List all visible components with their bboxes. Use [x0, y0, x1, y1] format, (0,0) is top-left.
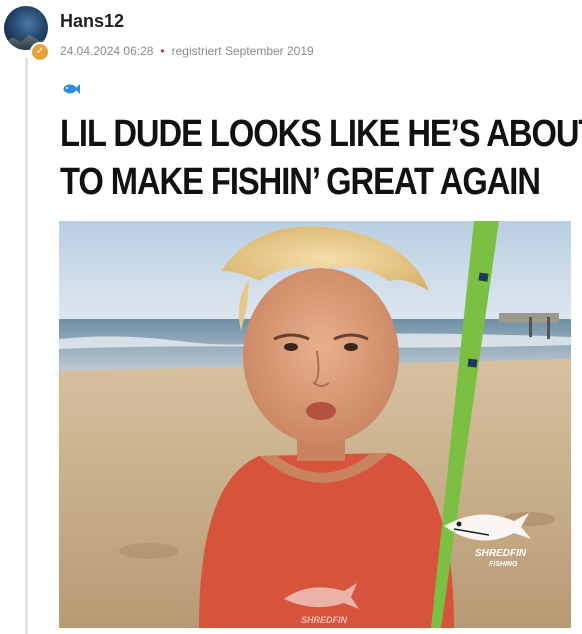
- username[interactable]: Hans12: [60, 11, 124, 32]
- fish-icon: [63, 84, 80, 94]
- post-date[interactable]: 24.04.2024 06:28: [60, 44, 153, 58]
- meme-photo-illustration: SHREDFIN FISHING SHREDFIN: [59, 221, 571, 628]
- shirt-print-text: SHREDFIN: [301, 615, 348, 625]
- watermark-line-1: SHREDFIN: [475, 548, 527, 559]
- meme-caption-line-2: TO MAKE FISHIN’ GREAT AGAIN: [60, 161, 541, 203]
- meme-caption: LIL DUDE LOOKS LIKE HE’S ABOUT TO MAKE F…: [60, 110, 582, 206]
- watermark-line-2: FISHING: [489, 561, 518, 568]
- forum-post: ✓ Hans12 24.04.2024 06:28 • registriert Se…: [0, 0, 582, 634]
- meta-separator: •: [160, 44, 165, 58]
- registered-since: registriert September 2019: [171, 44, 314, 58]
- check-badge-icon: ✓: [30, 42, 50, 62]
- meme-caption-line-1: LIL DUDE LOOKS LIKE HE’S ABOUT: [60, 113, 582, 155]
- post-meta: 24.04.2024 06:28 • registriert September 2…: [60, 44, 314, 58]
- thread-line: [25, 58, 28, 634]
- meme-photo[interactable]: SHREDFIN FISHING SHREDFIN: [59, 221, 571, 628]
